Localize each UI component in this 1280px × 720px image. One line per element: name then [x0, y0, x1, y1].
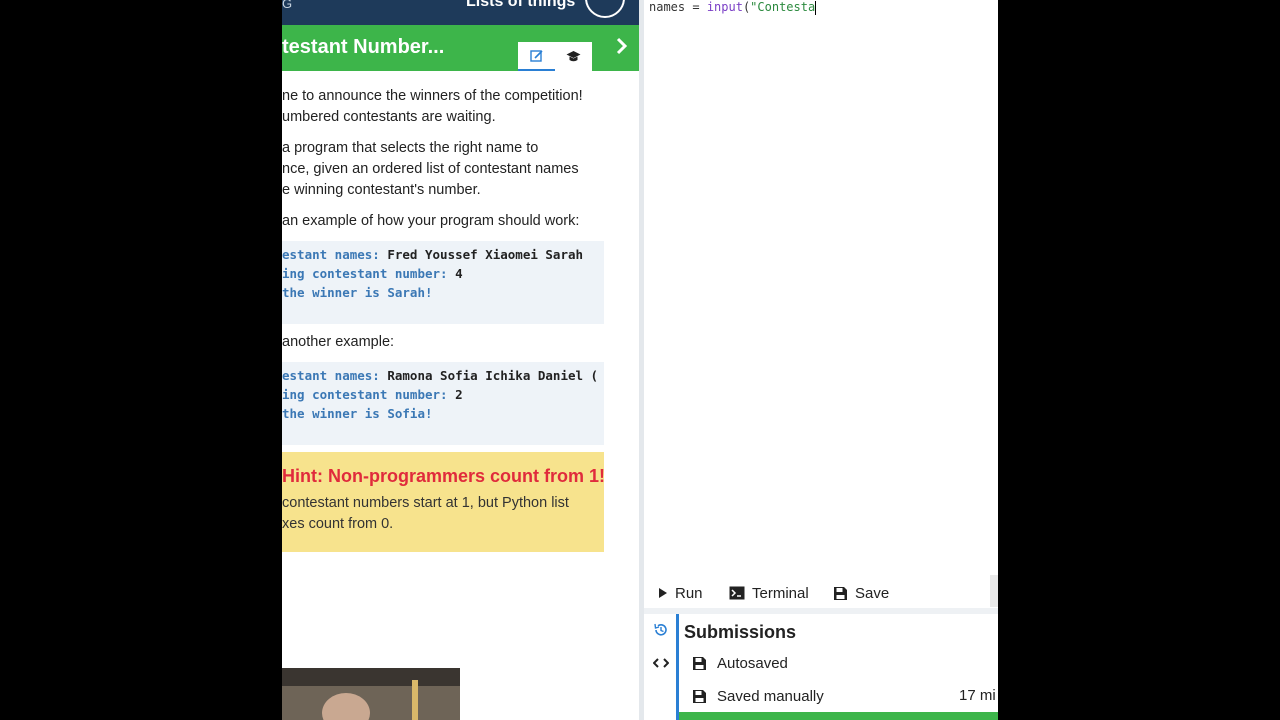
editor-toolbar: Run Terminal Save	[644, 578, 998, 608]
example-line: ing contestant number: 2	[282, 385, 463, 404]
code-token: input	[706, 0, 743, 14]
history-icon[interactable]	[653, 622, 669, 638]
example-input: Fred Youssef Xiaomei Sarah	[387, 247, 584, 262]
course-title: Lists of things	[466, 0, 576, 10]
play-icon	[659, 588, 667, 598]
hint-title: Hint: Non-programmers count from 1!	[282, 466, 606, 486]
webcam-person	[322, 693, 370, 720]
code-token: =	[685, 0, 707, 14]
lesson-text: nce, given an ordered list of contestant…	[282, 161, 579, 177]
example-line: the winner is Sofia!	[282, 404, 433, 423]
save-label: Save	[855, 584, 890, 602]
lesson-text: umbered contestants are waiting.	[282, 109, 496, 125]
lesson-text: another example:	[282, 334, 395, 350]
exercise-title: testant Number...	[282, 36, 445, 58]
tab-edit[interactable]	[518, 42, 555, 71]
hint-text: xes count from 0.	[282, 516, 394, 532]
submission-label: Saved manually	[717, 687, 824, 705]
example-prompt: the winner is Sofia!	[282, 406, 433, 421]
code-token: names	[649, 0, 686, 14]
submission-saved-manually[interactable]: Saved manually	[692, 685, 824, 707]
lesson-text: e winning contestant's number.	[282, 182, 481, 198]
run-label: Run	[675, 584, 703, 602]
code-line[interactable]: names = input("Contesta	[649, 0, 817, 15]
exercise-header: testant Number...	[282, 25, 639, 71]
course-header: G Lists of things	[282, 0, 639, 25]
example-input: Ramona Sofia Ichika Daniel (	[387, 368, 599, 383]
mortarboard-icon	[566, 51, 581, 62]
example-prompt: estant names:	[282, 247, 388, 262]
example-line: ing contestant number: 4	[282, 264, 463, 283]
breadcrumb[interactable]: G	[282, 0, 292, 11]
example-prompt: ing contestant number:	[282, 266, 456, 281]
lesson-text: ne to announce the winners of the compet…	[282, 88, 583, 104]
webcam-background	[282, 668, 460, 686]
hint-box: Hint: Non-programmers count from 1! cont…	[282, 452, 606, 552]
view-tabs	[518, 42, 592, 71]
submissions-panel: Submissions Autosaved Saved manually 17 …	[676, 614, 998, 720]
submit-button[interactable]	[679, 712, 998, 720]
text-cursor	[815, 0, 817, 15]
example-line: estant names: Ramona Sofia Ichika Daniel…	[282, 366, 598, 385]
progress-circle-icon[interactable]	[585, 0, 625, 18]
floppy-disk-icon	[834, 586, 847, 600]
example-input: 2	[455, 387, 463, 402]
terminal-button[interactable]: Terminal	[729, 582, 809, 604]
run-button[interactable]: Run	[658, 582, 703, 604]
example-input: 4	[455, 266, 463, 281]
submissions-gutter	[644, 614, 676, 720]
example-prompt: the winner is Sarah!	[282, 285, 433, 300]
hint-text: contestant numbers start at 1, but Pytho…	[282, 495, 569, 511]
app-window: G Lists of things testant Number... ne t…	[282, 0, 998, 720]
submission-label: Autosaved	[717, 654, 788, 672]
example-prompt: ing contestant number:	[282, 387, 456, 402]
example-prompt: estant names:	[282, 368, 388, 383]
code-editor[interactable]: names = input("Contesta	[644, 0, 998, 580]
lesson-text: a program that selects the right name to	[282, 140, 539, 156]
example-output-2: estant names: Ramona Sofia Ichika Daniel…	[282, 362, 604, 445]
floppy-disk-icon	[693, 689, 706, 703]
save-button[interactable]: Save	[833, 582, 889, 604]
example-line: estant names: Fred Youssef Xiaomei Sarah	[282, 245, 583, 264]
terminal-icon	[729, 586, 745, 600]
tab-learn[interactable]	[555, 42, 592, 71]
code-token: "Contesta	[750, 0, 816, 14]
submission-autosaved[interactable]: Autosaved	[692, 652, 788, 674]
floppy-disk-icon	[693, 656, 706, 670]
example-output-1: estant names: Fred Youssef Xiaomei Sarah…	[282, 241, 604, 324]
submission-time: 17 mi	[959, 687, 996, 704]
lesson-text: an example of how your program should wo…	[282, 213, 580, 229]
webcam-overlay	[282, 668, 460, 720]
example-line: the winner is Sarah!	[282, 283, 433, 302]
submissions-title: Submissions	[684, 622, 797, 642]
edit-icon	[529, 49, 543, 62]
lesson-panel: G Lists of things testant Number... ne t…	[282, 0, 639, 720]
webcam-detail	[412, 680, 418, 720]
chevron-right-icon[interactable]	[612, 36, 632, 56]
code-icon[interactable]	[653, 656, 669, 670]
terminal-label: Terminal	[752, 584, 809, 602]
